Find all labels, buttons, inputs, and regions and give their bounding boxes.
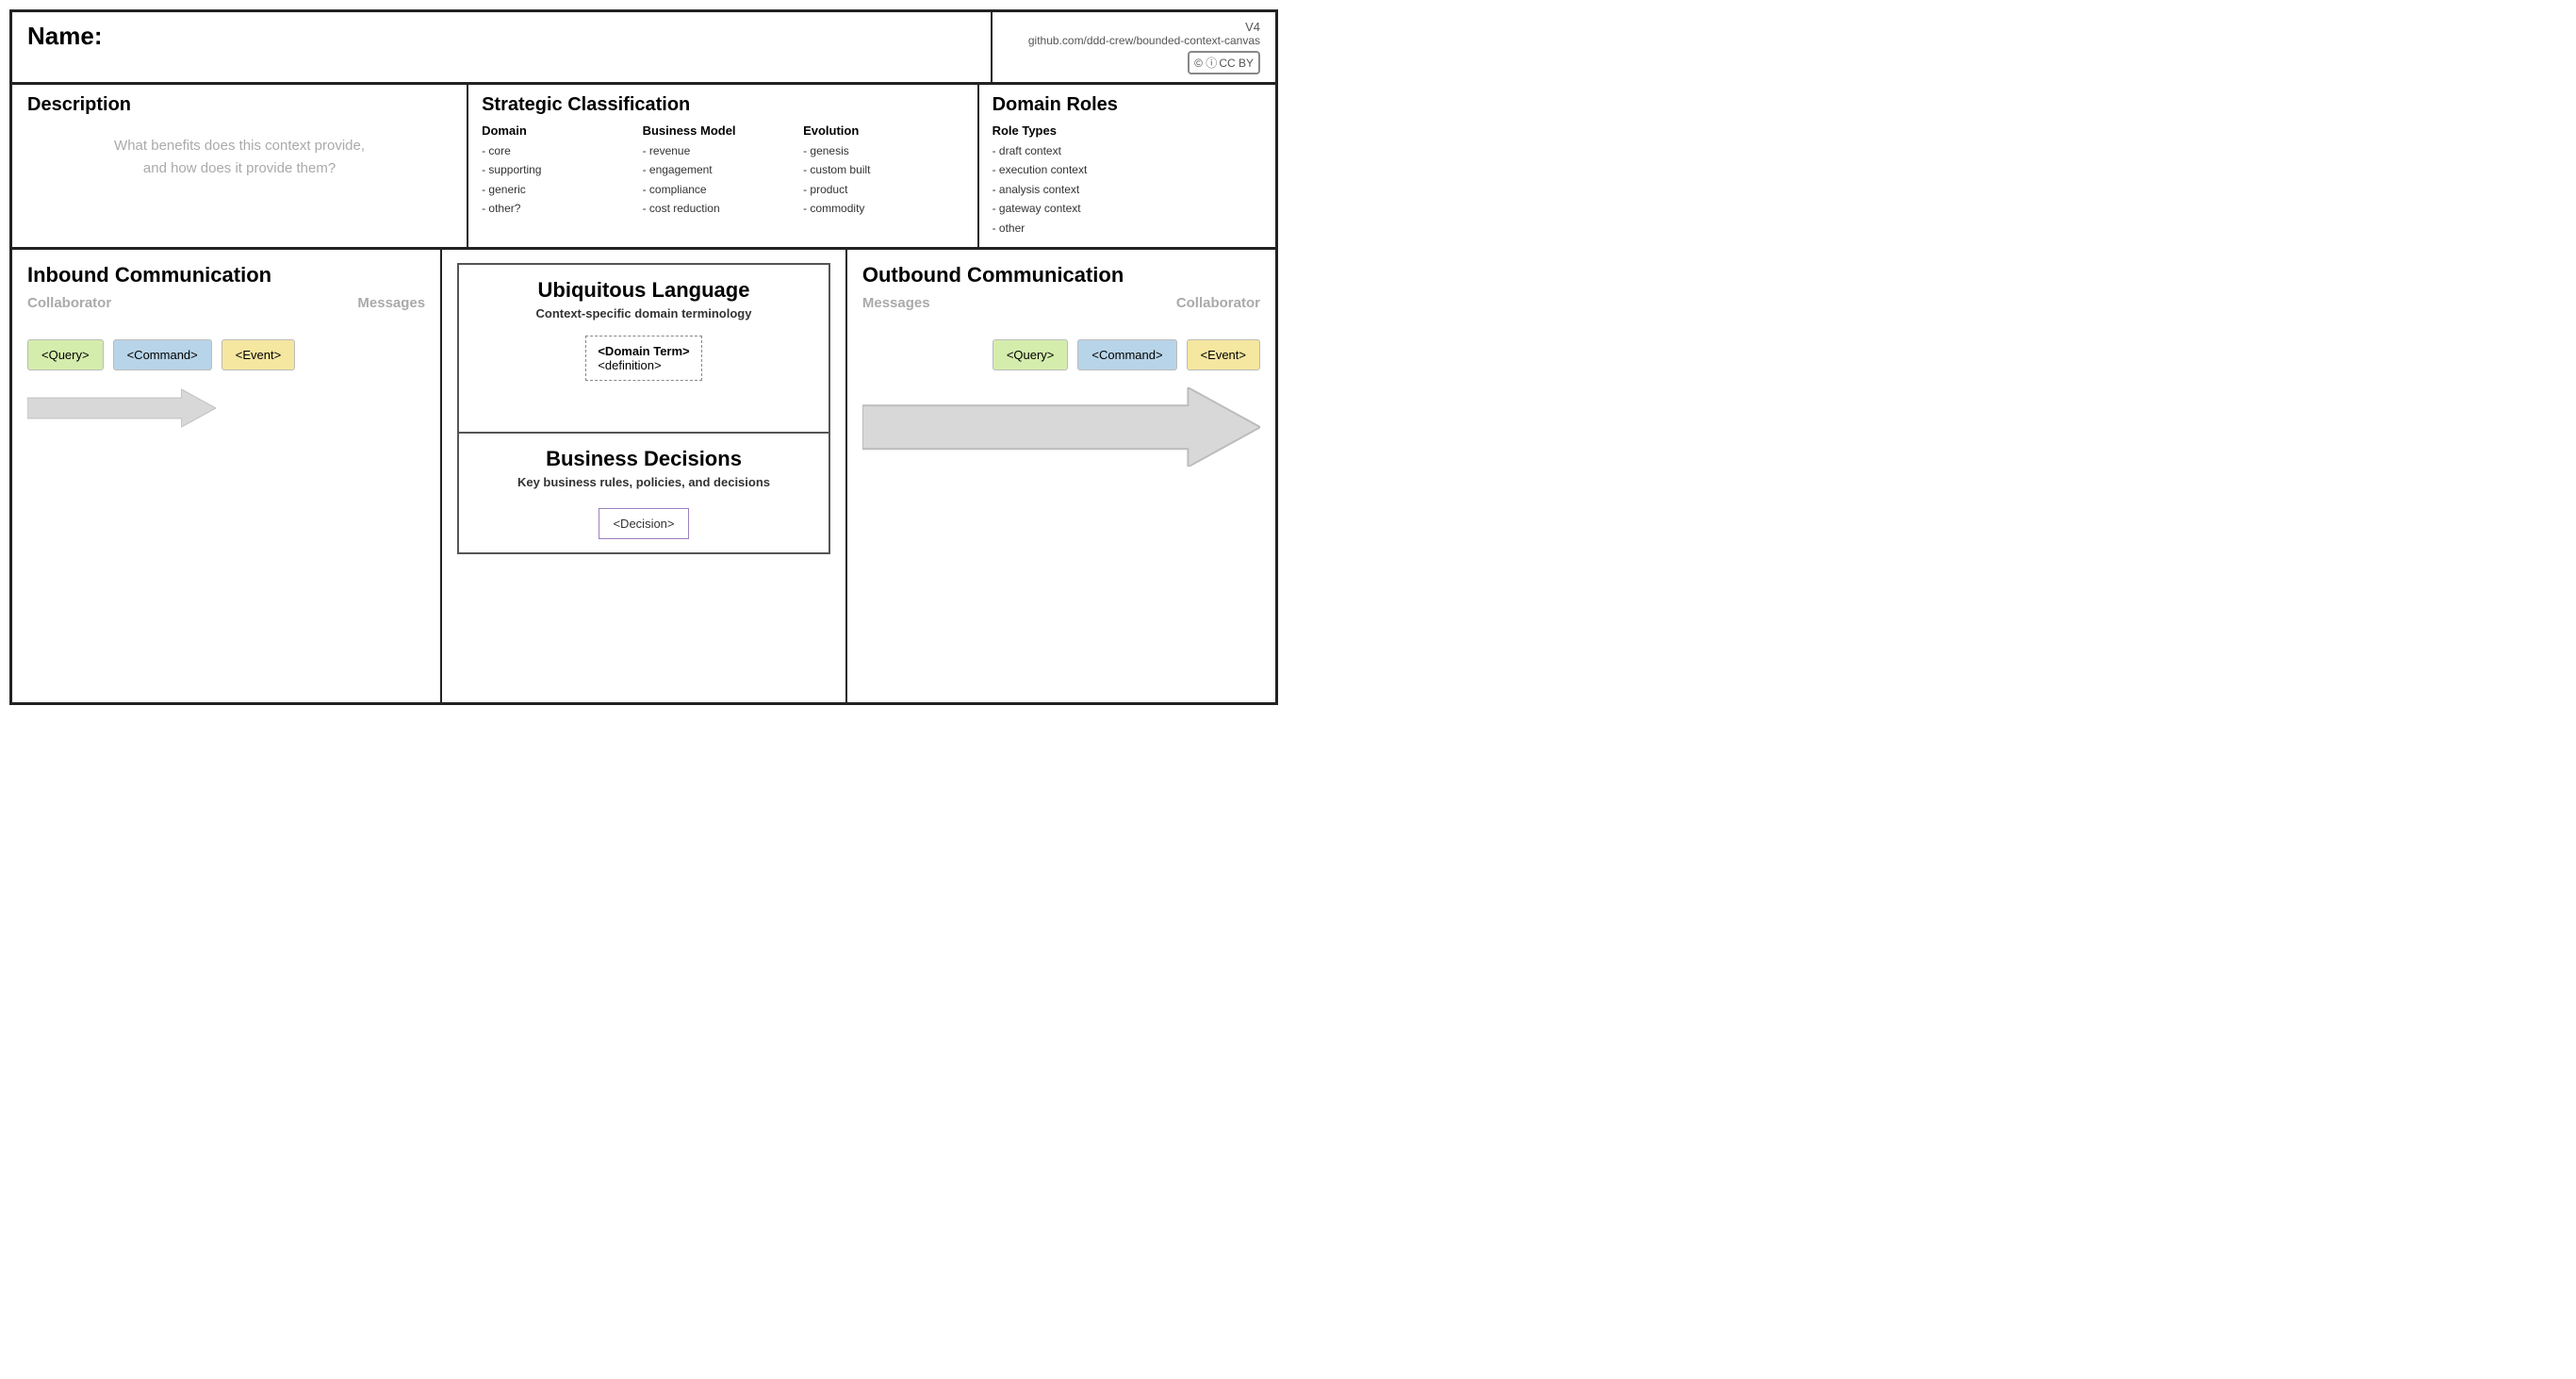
list-item: - compliance — [643, 180, 796, 199]
decision-box: <Decision> — [599, 508, 688, 539]
outbound-subheaders: Messages Collaborator — [862, 295, 1260, 311]
evolution-label: Evolution — [803, 123, 956, 138]
description-line1: What benefits does this context provide, — [114, 138, 365, 154]
strategic-inner: Domain - core - supporting - generic - o… — [482, 123, 963, 219]
list-item: - commodity — [803, 199, 956, 218]
ubiquitous-title: Ubiquitous Language — [472, 278, 815, 303]
inbound-arrow — [27, 387, 216, 429]
inbound-collaborator-label: Collaborator — [27, 295, 111, 311]
description-col: Description What benefits does this cont… — [12, 85, 468, 247]
outbound-collaborator-label: Collaborator — [1176, 295, 1260, 311]
domain-definition: <definition> — [598, 358, 689, 372]
business-model-label: Business Model — [643, 123, 796, 138]
header-row: Name: V4 github.com/ddd-crew/bounded-con… — [12, 12, 1275, 85]
list-item: - other? — [482, 199, 634, 218]
domain-term-box: <Domain Term> <definition> — [585, 336, 701, 381]
outbound-chips: <Query> <Command> <Event> — [862, 339, 1260, 370]
center-inner: Ubiquitous Language Context-specific dom… — [457, 263, 830, 554]
outbound-messages-label: Messages — [862, 295, 930, 311]
list-item: - custom built — [803, 160, 956, 179]
list-item: - product — [803, 180, 956, 199]
list-item: - gateway context — [993, 199, 1262, 218]
description-title: Description — [27, 94, 451, 116]
list-item: - draft context — [993, 141, 1262, 160]
domain-roles-title: Domain Roles — [993, 94, 1262, 116]
business-decisions-title: Business Decisions — [472, 447, 815, 471]
role-types-list: - draft context - execution context - an… — [993, 141, 1262, 238]
inbound-subheaders: Collaborator Messages — [27, 295, 425, 311]
name-label: Name: — [27, 22, 102, 50]
description-placeholder: What benefits does this context provide,… — [27, 135, 451, 180]
decision-wrapper: <Decision> — [472, 508, 815, 539]
domain-category: Domain - core - supporting - generic - o… — [482, 123, 642, 219]
domain-term-wrapper: <Domain Term> <definition> — [472, 336, 815, 400]
inbound-query-chip: <Query> — [27, 339, 104, 370]
inbound-col: Inbound Communication Collaborator Messa… — [12, 250, 442, 702]
inbound-title: Inbound Communication — [27, 263, 425, 287]
role-types-label: Role Types — [993, 123, 1262, 138]
list-item: - generic — [482, 180, 634, 199]
version-label: V4 — [1245, 20, 1260, 34]
outbound-col: Outbound Communication Messages Collabor… — [845, 250, 1275, 702]
list-item: - execution context — [993, 160, 1262, 179]
inbound-event-chip: <Event> — [222, 339, 295, 370]
github-link: github.com/ddd-crew/bounded-context-canv… — [1028, 34, 1260, 47]
list-item: - analysis context — [993, 180, 1262, 199]
domain-label: Domain — [482, 123, 634, 138]
bottom-section: Inbound Communication Collaborator Messa… — [12, 250, 1275, 702]
description-line2: and how does it provide them? — [143, 160, 336, 176]
ubiquitous-box: Ubiquitous Language Context-specific dom… — [457, 263, 830, 434]
business-model-category: Business Model - revenue - engagement - … — [643, 123, 803, 219]
business-model-list: - revenue - engagement - compliance - co… — [643, 141, 796, 219]
list-item: - genesis — [803, 141, 956, 160]
inbound-command-chip: <Command> — [113, 339, 212, 370]
business-decisions-subtitle: Key business rules, policies, and decisi… — [472, 475, 815, 489]
domain-roles-col: Domain Roles Role Types - draft context … — [979, 85, 1275, 247]
inbound-messages-label: Messages — [357, 295, 425, 311]
list-item: - cost reduction — [643, 199, 796, 218]
outbound-query-chip: <Query> — [993, 339, 1069, 370]
strategic-title: Strategic Classification — [482, 94, 963, 116]
ubiquitous-subtitle: Context-specific domain terminology — [472, 306, 815, 320]
list-item: - revenue — [643, 141, 796, 160]
outbound-command-chip: <Command> — [1077, 339, 1176, 370]
outbound-arrow — [862, 387, 1260, 467]
cc-icon: © ⓘ — [1194, 55, 1217, 71]
domain-term: <Domain Term> — [598, 344, 689, 358]
list-item: - engagement — [643, 160, 796, 179]
list-item: - supporting — [482, 160, 634, 179]
outbound-event-chip: <Event> — [1187, 339, 1260, 370]
center-col: Ubiquitous Language Context-specific dom… — [442, 250, 845, 702]
evolution-list: - genesis - custom built - product - com… — [803, 141, 956, 219]
strategic-col: Strategic Classification Domain - core -… — [468, 85, 978, 247]
top-section: Description What benefits does this cont… — [12, 85, 1275, 250]
canvas-name: Name: — [12, 12, 993, 82]
inbound-chips: <Query> <Command> <Event> — [27, 339, 425, 370]
domain-list: - core - supporting - generic - other? — [482, 141, 634, 219]
outbound-title: Outbound Communication — [862, 263, 1260, 287]
canvas-wrapper: Name: V4 github.com/ddd-crew/bounded-con… — [9, 9, 1278, 705]
evolution-category: Evolution - genesis - custom built - pro… — [803, 123, 963, 219]
business-decisions-box: Business Decisions Key business rules, p… — [457, 434, 830, 554]
list-item: - other — [993, 219, 1262, 238]
header-meta: V4 github.com/ddd-crew/bounded-context-c… — [993, 12, 1275, 82]
list-item: - core — [482, 141, 634, 160]
cc-label: CC BY — [1219, 57, 1254, 70]
cc-badge: © ⓘ CC BY — [1188, 51, 1260, 74]
